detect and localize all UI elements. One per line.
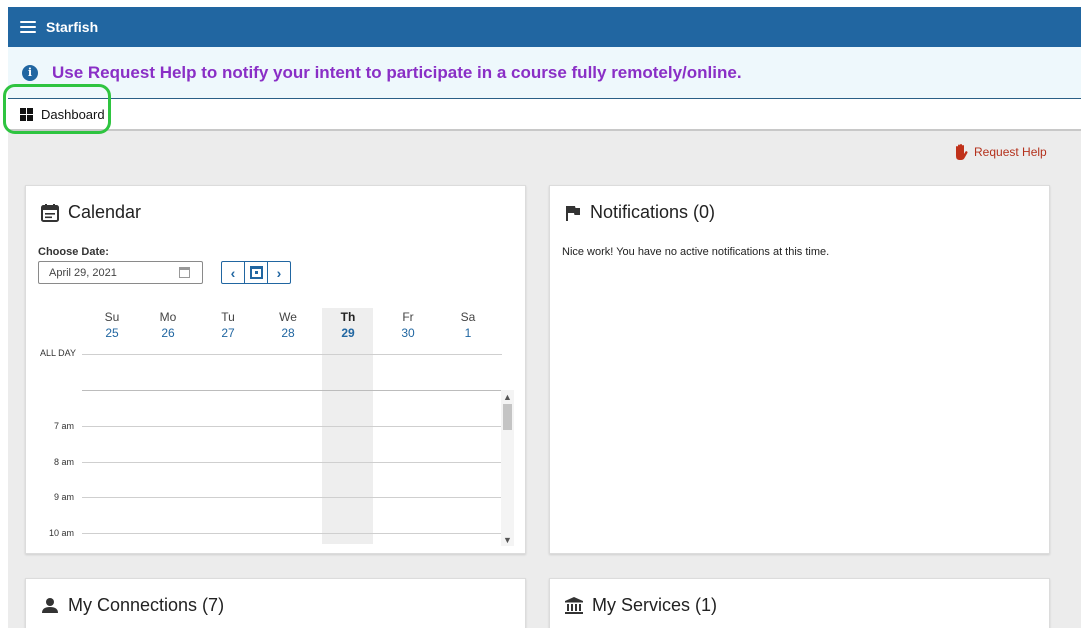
connections-title-text: My Connections (7) — [68, 595, 225, 615]
raised-hand-icon — [956, 144, 968, 160]
app-title[interactable]: Starfish — [46, 19, 98, 35]
services-title-text: My Services (1) — [592, 595, 718, 615]
all-day-line — [82, 354, 502, 355]
hour-line — [82, 497, 502, 498]
top-bar: Starfish — [8, 7, 1081, 47]
day-header-su[interactable]: Su 25 — [82, 310, 142, 340]
next-week-button[interactable]: › — [267, 261, 291, 284]
today-button[interactable] — [244, 261, 268, 284]
day-number: 28 — [281, 326, 295, 340]
prev-week-button[interactable]: ‹ — [221, 261, 245, 284]
date-input[interactable]: April 29, 2021 — [38, 261, 203, 284]
all-day-row[interactable] — [82, 356, 502, 391]
notifications-title: Notifications (0) — [564, 202, 715, 223]
connections-title: My Connections (7) — [40, 595, 224, 616]
connections-card: My Connections (7) — [25, 578, 526, 628]
date-picker-icon[interactable] — [179, 267, 190, 278]
hamburger-menu-icon[interactable] — [20, 19, 36, 35]
notifications-card: Notifications (0) Nice work! You have no… — [549, 185, 1050, 554]
bank-icon — [565, 596, 583, 614]
info-banner: i Use Request Help to notify your intent… — [8, 47, 1081, 99]
time-label-10am: 10 am — [49, 528, 75, 538]
hour-line — [82, 462, 502, 463]
calendar-card: Calendar Choose Date: April 29, 2021 ‹ ›… — [25, 185, 526, 554]
date-input-value: April 29, 2021 — [49, 266, 117, 279]
person-icon — [42, 597, 58, 613]
flag-icon — [566, 205, 580, 221]
day-name: Th — [340, 310, 356, 324]
sub-nav: Dashboard — [8, 99, 1081, 131]
info-icon: i — [22, 64, 38, 81]
day-number: 27 — [221, 326, 235, 340]
services-card: My Services (1) — [549, 578, 1050, 628]
day-number: 1 — [464, 326, 472, 340]
scroll-up-arrow-icon[interactable]: ▲ — [501, 390, 514, 403]
hour-line — [82, 533, 502, 534]
week-nav-buttons: ‹ › — [221, 261, 291, 284]
day-number: 26 — [161, 326, 175, 340]
day-number: 30 — [401, 326, 415, 340]
time-label-7am: 7 am — [54, 421, 75, 431]
day-header-fr[interactable]: Fr 30 — [378, 310, 438, 340]
day-name: We — [279, 310, 297, 324]
scroll-down-arrow-icon[interactable]: ▼ — [501, 533, 514, 546]
choose-date-label: Choose Date: — [38, 246, 109, 258]
day-name: Fr — [402, 310, 414, 324]
request-help-link[interactable]: Request Help — [952, 143, 1047, 161]
day-name: Su — [104, 310, 120, 324]
day-number: 29 — [341, 326, 355, 340]
hour-line — [82, 426, 502, 427]
day-header-sa[interactable]: Sa 1 — [438, 310, 498, 340]
day-header-we[interactable]: We 28 — [258, 310, 318, 340]
notifications-message: Nice work! You have no active notificati… — [562, 246, 830, 258]
request-help-label: Request Help — [974, 145, 1047, 159]
notifications-title-text: Notifications (0) — [590, 202, 716, 222]
day-name: Tu — [221, 310, 235, 324]
day-name: Sa — [460, 310, 476, 324]
app-frame: Starfish i Use Request Help to notify yo… — [8, 7, 1081, 628]
services-title: My Services (1) — [564, 595, 717, 616]
calendar-icon — [41, 203, 59, 222]
day-number: 25 — [105, 326, 119, 340]
day-header-mo[interactable]: Mo 26 — [138, 310, 198, 340]
day-header-th[interactable]: Th 29 — [318, 310, 378, 340]
time-label-9am: 9 am — [54, 492, 75, 502]
dashboard-highlight-outline — [3, 84, 111, 134]
calendar-title: Calendar — [40, 202, 141, 223]
banner-text: Use Request Help to notify your intent t… — [52, 62, 742, 82]
time-label-8am: 8 am — [54, 457, 75, 467]
all-day-label: ALL DAY — [40, 348, 77, 358]
day-header-tu[interactable]: Tu 27 — [198, 310, 258, 340]
today-calendar-icon — [249, 266, 263, 279]
scroll-thumb[interactable] — [503, 404, 512, 430]
calendar-title-text: Calendar — [68, 202, 142, 222]
day-name: Mo — [159, 310, 177, 324]
calendar-scrollbar[interactable]: ▲ ▼ — [501, 390, 514, 546]
